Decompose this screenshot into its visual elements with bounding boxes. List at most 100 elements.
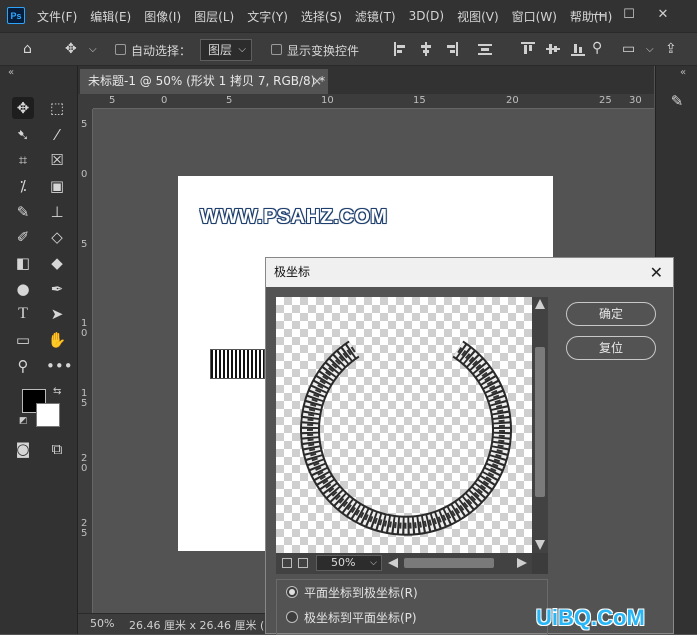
horizontal-scroll-thumb[interactable] [404,558,494,568]
move-tool-icon[interactable]: ✥ [65,41,77,57]
preview-vertical-scrollbar[interactable] [532,297,548,553]
rect-to-polar-label[interactable]: 平面坐标到极坐标(R) [304,584,418,601]
auto-select-target-dropdown[interactable]: 图层 ⌵ [200,39,252,61]
show-transform-label: 显示变换控件 [287,44,360,58]
zoom-level[interactable]: 50% [90,617,114,630]
menu-filter[interactable]: 滤镜(T) [355,8,396,25]
scroll-down-icon[interactable] [535,540,545,550]
align-middle-icon[interactable] [546,42,560,56]
zoom-out-icon[interactable] [282,558,292,568]
magic-wand-icon[interactable]: ⁄ [46,124,68,146]
swap-colors-icon[interactable]: ⇆ [53,386,61,397]
document-info[interactable]: 26.46 厘米 x 26.46 厘米 (7 [129,617,271,633]
auto-select-label: 自动选择： [131,44,192,58]
document-tab-title: 未标题-1 @ 50% (形状 1 拷贝 7, RGB/8) * [88,74,326,88]
reset-button[interactable]: 复位 [566,336,656,360]
scroll-right-icon[interactable] [517,558,527,568]
rectangle-tool-icon[interactable]: ▭ [12,329,34,351]
marquee-tool-icon[interactable]: ⬚ [46,97,68,119]
rect-to-polar-radio[interactable] [286,586,298,598]
polar-to-rect-radio[interactable] [286,611,298,623]
document-tab[interactable]: 未标题-1 @ 50% (形状 1 拷贝 7, RGB/8) * × [80,69,328,94]
options-bar: ⌂ ✥ ⌵ 自动选择： 图层 ⌵ 显示变换控件 ⚲ ▭ ⌵ ⇪ [0,32,697,66]
collapse-panel-icon[interactable]: « [8,67,14,78]
align-left-icon[interactable] [394,42,408,56]
polar-to-rect-label[interactable]: 极坐标到平面坐标(P) [304,609,417,626]
measure-icon[interactable]: ▣ [46,175,68,197]
history-brush-icon[interactable]: ✐ [12,226,34,248]
maximize-button[interactable]: ☐ [618,4,640,26]
menu-layer[interactable]: 图层(L) [194,8,234,25]
home-icon[interactable]: ⌂ [23,41,32,57]
crop-tool-icon[interactable]: ⌗ [12,149,34,171]
ruler-tick: 5 [226,95,233,106]
show-transform-checkbox[interactable] [271,44,282,55]
menu-image[interactable]: 图像(I) [144,8,181,25]
blur-icon[interactable]: ◆ [46,252,68,274]
dodge-icon[interactable]: ● [12,278,34,300]
scroll-thumb[interactable] [535,347,545,497]
photoshop-logo-icon: Ps [7,7,25,24]
gradient-icon[interactable]: ◧ [12,252,34,274]
zoom-tool-icon[interactable]: ⚲ [12,355,34,377]
close-icon[interactable]: ✕ [650,258,663,287]
document-tab-strip: 未标题-1 @ 50% (形状 1 拷贝 7, RGB/8) * × [78,66,654,94]
preview-zoom-dropdown[interactable]: 50% ⌵ [316,555,382,571]
minimize-button[interactable]: — [588,4,610,26]
menu-edit[interactable]: 编辑(E) [90,8,131,25]
screen-mode-icon[interactable]: ⧉ [46,438,68,460]
default-colors-icon[interactable]: ◩ [19,416,28,426]
frame-tool-icon[interactable]: ☒ [46,149,68,171]
zoom-in-icon[interactable] [298,558,308,568]
ruler-tick: 1 5 [81,388,88,409]
more-tools-icon[interactable]: ••• [46,355,73,377]
brush-icon[interactable]: ✎ [12,201,34,223]
close-tab-icon[interactable]: × [312,69,322,94]
menu-view[interactable]: 视图(V) [457,8,499,25]
align-right-icon[interactable] [444,42,458,56]
ruler-corner [78,94,93,109]
scroll-left-icon[interactable] [388,558,398,568]
path-select-icon[interactable]: ➤ [46,303,68,325]
close-window-button[interactable]: ✕ [652,4,674,26]
menu-window[interactable]: 窗口(W) [512,8,557,25]
stamp-icon[interactable]: ⊥ [46,201,68,223]
distribute-icon[interactable] [478,42,492,56]
quick-mask-icon[interactable]: ◙ [12,438,34,460]
chevron-down-icon[interactable]: ⌵ [89,44,97,55]
ruler-tick: 10 [321,95,334,106]
workspace-icon[interactable]: ▭ [622,41,635,57]
menu-type[interactable]: 文字(Y) [247,8,288,25]
horizontal-ruler[interactable]: 5 0 5 10 15 20 25 30 [93,94,654,109]
type-tool-icon[interactable]: T [12,303,34,325]
ruler-tick: 5 [109,95,116,106]
align-bottom-icon[interactable] [571,42,585,56]
eraser-icon[interactable]: ◇ [46,226,68,248]
eyedropper-icon[interactable]: ⁒ [12,175,34,197]
properties-panel-icon[interactable]: ✎ [666,90,688,112]
expand-panel-icon[interactable]: « [680,67,686,78]
share-icon[interactable]: ⇪ [665,41,677,57]
ruler-tick: 5 [81,239,88,250]
menu-file[interactable]: 文件(F) [37,8,77,25]
ruler-tick: 20 [506,95,519,106]
search-icon[interactable]: ⚲ [592,40,602,56]
pattern-shape[interactable] [210,349,265,379]
ok-button[interactable]: 确定 [566,302,656,326]
menu-3d[interactable]: 3D(D) [409,9,444,23]
auto-select-checkbox[interactable] [115,44,126,55]
pen-tool-icon[interactable]: ✒ [46,278,68,300]
lasso-tool-icon[interactable]: ➷ [12,124,34,146]
dialog-titlebar: 极坐标 ✕ [266,258,673,287]
background-color-swatch[interactable] [36,403,60,427]
vertical-ruler[interactable]: 5 0 5 1 0 1 5 2 0 2 5 [78,109,93,613]
scroll-up-icon[interactable] [535,299,545,309]
menu-select[interactable]: 选择(S) [301,8,342,25]
ruler-tick: 2 5 [81,518,88,539]
chevron-down-icon[interactable]: ⌵ [646,44,654,55]
align-top-icon[interactable] [521,42,535,56]
align-center-icon[interactable] [419,42,433,56]
hand-tool-icon[interactable]: ✋ [46,329,68,351]
filter-preview[interactable] [276,297,532,553]
move-tool-icon[interactable]: ✥ [12,97,34,119]
